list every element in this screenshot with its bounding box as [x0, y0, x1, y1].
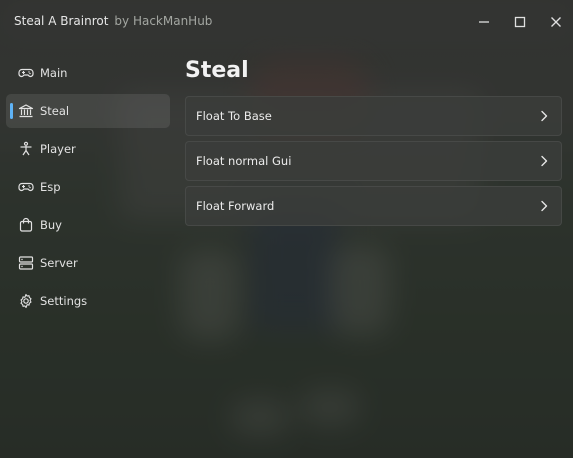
option-label: Float normal Gui: [196, 154, 292, 168]
maximize-icon: [514, 16, 526, 28]
gamepad-icon: [18, 65, 34, 81]
option-label: Float To Base: [196, 109, 272, 123]
hub-window: Steal A Brainrot by HackManHub Main Stea…: [0, 0, 573, 458]
sidebar-item-main[interactable]: Main: [6, 56, 170, 90]
chevron-right-icon: [541, 155, 548, 167]
float-normal-gui-button[interactable]: Float normal Gui: [185, 141, 562, 181]
sidebar-item-steal[interactable]: Steal: [6, 94, 170, 128]
person-icon: [18, 141, 34, 157]
options-list: Float To Base Float normal Gui Float For…: [185, 96, 562, 231]
sidebar-item-label: Server: [40, 256, 78, 270]
close-button[interactable]: [546, 12, 566, 32]
server-icon: [18, 255, 34, 271]
shopping-bag-icon: [18, 217, 34, 233]
active-indicator: [10, 103, 13, 119]
bank-icon: [18, 103, 34, 119]
sidebar-item-label: Player: [40, 142, 76, 156]
sidebar-item-label: Main: [40, 66, 68, 80]
float-to-base-button[interactable]: Float To Base: [185, 96, 562, 136]
sidebar-item-label: Buy: [40, 218, 62, 232]
gamepad-icon: [18, 179, 34, 195]
window-title: Steal A Brainrot by HackManHub: [14, 14, 212, 28]
sidebar-item-buy[interactable]: Buy: [6, 208, 170, 242]
sidebar-item-server[interactable]: Server: [6, 246, 170, 280]
sidebar-item-label: Settings: [40, 294, 88, 308]
chevron-right-icon: [541, 200, 548, 212]
chevron-right-icon: [541, 110, 548, 122]
minimize-icon: [479, 21, 489, 23]
sidebar-item-player[interactable]: Player: [6, 132, 170, 166]
minimize-button[interactable]: [474, 12, 494, 32]
sidebar: Main Steal Player Esp Buy Server Setting…: [0, 56, 178, 322]
maximize-button[interactable]: [510, 12, 530, 32]
sidebar-item-label: Esp: [40, 180, 61, 194]
option-label: Float Forward: [196, 199, 275, 213]
close-icon: [551, 17, 561, 27]
float-forward-button[interactable]: Float Forward: [185, 186, 562, 226]
window-subtitle: by HackManHub: [114, 14, 213, 28]
sidebar-item-label: Steal: [40, 104, 70, 118]
page-title: Steal: [185, 58, 249, 83]
gear-icon: [18, 293, 34, 309]
sidebar-item-settings[interactable]: Settings: [6, 284, 170, 318]
sidebar-item-esp[interactable]: Esp: [6, 170, 170, 204]
title-bar[interactable]: Steal A Brainrot by HackManHub: [0, 0, 573, 44]
window-title-text: Steal A Brainrot: [14, 14, 109, 28]
